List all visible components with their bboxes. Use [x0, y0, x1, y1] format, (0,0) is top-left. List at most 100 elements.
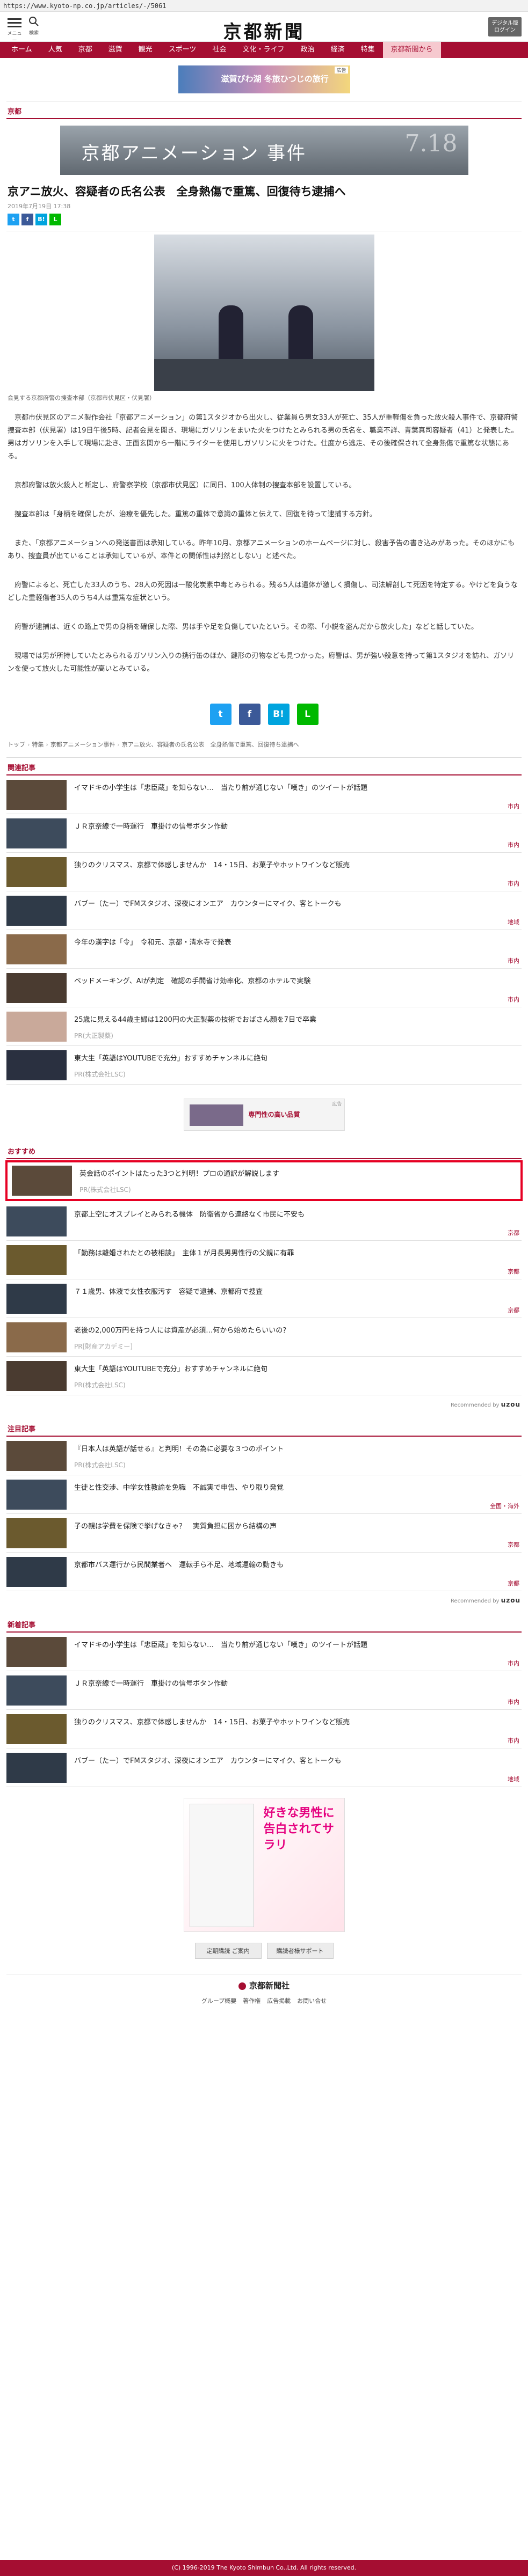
item-category[interactable]: 地域 [508, 918, 519, 926]
item-title: 京都上空にオスプレイとみられる機体 防衛省から連絡なく市民に不安も [74, 1211, 305, 1219]
list-item[interactable]: 『日本人は英語が話せる』と判明！その為に必要な３つのポイント PR(株式会社LSC… [6, 1437, 522, 1475]
footer-logo[interactable]: 京都新聞社 [0, 1974, 528, 1996]
mid-ad-banner[interactable]: 専門性の高い品質 広告 [183, 1099, 345, 1131]
item-category[interactable]: 市内 [508, 802, 519, 810]
item-category[interactable]: 市内 [508, 1697, 519, 1706]
chevron-right-icon: › [27, 741, 30, 748]
footer-link[interactable]: 広告掲載 [264, 1997, 294, 2004]
list-item[interactable]: 子の親は学費を保険で挙げなきゃ？ 実質負担に困から結構の声 京都 [6, 1514, 522, 1553]
item-category[interactable]: 市内 [508, 879, 519, 888]
line-share-icon[interactable]: L [296, 704, 319, 725]
twitter-share-icon[interactable]: t [8, 214, 19, 225]
chumoku-list: 『日本人は英語が話せる』と判明！その為に必要な３つのポイント PR(株式会社LSC… [0, 1437, 528, 1591]
item-sponsor: PR(株式会社LSC) [74, 1461, 126, 1469]
nav-item[interactable]: 観光 [131, 42, 161, 58]
list-item[interactable]: 英会話のポイントはたった3つと判明！プロの通訳が解説します PR(株式会社LSC) [5, 1160, 523, 1201]
nav-item[interactable]: 経済 [322, 42, 352, 58]
item-category[interactable]: 地域 [508, 1775, 519, 1783]
digital-login-button[interactable]: デジタル版 ログイン [488, 17, 522, 36]
breadcrumb-item[interactable]: 特集 [32, 741, 44, 748]
item-title: 今年の漢字は「令」 令和元、京都・清水寺で発表 [74, 939, 232, 947]
list-item[interactable]: バブー（たー）でFMスタジオ、深夜にオンエア カウンターにマイク、客とトークも地… [6, 891, 522, 930]
item-category[interactable]: 市内 [508, 1659, 519, 1667]
list-item[interactable]: 東大生「英語はYOUTUBEで充分」おすすめチャンネルに絶句 PR(株式会社LSC… [6, 1046, 522, 1085]
list-item[interactable]: バブー（たー）でFMスタジオ、深夜にオンエア カウンターにマイク、客とトークも地… [6, 1748, 522, 1787]
list-item[interactable]: 独りのクリスマス、京都で体感しませんか 14・15日、お菓子やホットワインなど販… [6, 853, 522, 891]
nav-item[interactable]: 政治 [292, 42, 322, 58]
nav-item[interactable]: 文化・ライフ [234, 42, 292, 58]
list-item[interactable]: 生徒と性交渉、中学女性教諭を免職 不誠実で申告、やり取り発覚 全国・海外 [6, 1475, 522, 1514]
list-item[interactable]: ＪＲ京奈線で一時運行 車掛けの信号ボタン作動 市内 [6, 814, 522, 853]
share-buttons-bottom: t f B! L [0, 692, 528, 737]
manga-ad-text: 好きな男性に告白されてサラリ [263, 1806, 335, 1852]
item-category[interactable]: 京都 [508, 1228, 519, 1237]
breadcrumb-item[interactable]: 京アニ放火、容疑者の氏名公表 全身熱傷で重篤、回復待ち逮捕へ [122, 741, 299, 748]
list-item[interactable]: 「勤務は離婚されたとの被相談」 主体１が月長男男性行の父親に有罪京都 [6, 1241, 522, 1279]
item-text: 「勤務は離婚されたとの被相談」 主体１が月長男男性行の父親に有罪 [74, 1245, 294, 1275]
list-item[interactable]: 独りのクリスマス、京都で体感しませんか 14・15日、お菓子やホットワインなど販… [6, 1710, 522, 1748]
list-item[interactable]: イマドキの小学生は「忠臣蔵」を知らない… 当たり前が通じない「嘆き」のツイートが… [6, 775, 522, 814]
item-category[interactable]: 全国・海外 [490, 1502, 519, 1510]
facebook-share-icon[interactable]: f [21, 214, 33, 225]
nav-item[interactable]: スポーツ [161, 42, 205, 58]
osusume-list: 英会話のポイントはたった3つと判明！プロの通訳が解説します PR(株式会社LSC)… [0, 1160, 528, 1395]
item-sponsor: PR(株式会社LSC) [79, 1186, 131, 1194]
article-paragraph: 京都府警は放火殺人と断定し、府警察学校（京都市伏見区）に同日、100人体制の捜査… [15, 481, 356, 489]
breadcrumb-item[interactable]: 京都アニメーション事件 [50, 741, 115, 748]
hatena-share-icon[interactable]: B! [35, 214, 47, 225]
nav-item[interactable]: 社会 [204, 42, 234, 58]
hatena-share-icon[interactable]: B! [267, 704, 290, 725]
list-item[interactable]: ベッドメーキング、AIが判定 確認の手間省け効率化、京都のホテルで実験 市内 [6, 969, 522, 1007]
item-category[interactable]: 市内 [508, 840, 519, 849]
article-paragraph: 捜査本部は「身柄を確保したが、治療を優先した。重篤の重体で意識の重体と伝えて、回… [15, 510, 377, 518]
recommended-by[interactable]: Recommended by uzou [0, 1591, 528, 1615]
item-category[interactable]: 京都 [508, 1267, 519, 1276]
kyoto-np-mark-icon [238, 1982, 246, 1990]
url-bar[interactable]: https://www.kyoto-np.co.jp/articles/-/50… [0, 0, 528, 12]
item-category[interactable]: 京都 [508, 1540, 519, 1549]
site-logo[interactable]: 京都新聞 [0, 17, 528, 43]
photo-caption: 会見する京都府警の捜査本部（京都市伏見区・伏見署） [8, 394, 155, 401]
article-photo[interactable] [154, 235, 374, 391]
nav-item[interactable]: 京都新聞から [382, 42, 441, 58]
list-item[interactable]: 老後の2,000万円を持つ人には資産が必須…何から始めたらいいの？ PR[財産アカ… [6, 1318, 522, 1357]
feature-banner[interactable]: 京都アニメーション 事件 7.18 [60, 126, 468, 175]
list-item[interactable]: 京都市バス運行から民間業者へ 運転手ら不足、地域運輸の動きも 京都 [6, 1553, 522, 1591]
list-item[interactable]: 京都上空にオスプレイとみられる機体 防衛省から連絡なく市民に不安も京都 [6, 1202, 522, 1241]
breadcrumb: トップ › 特集 › 京都アニメーション事件 › 京アニ放火、容疑者の氏名公表 全身熱傷で重… [0, 737, 528, 757]
thumbnail [6, 1050, 67, 1080]
item-category[interactable]: 市内 [508, 995, 519, 1004]
chevron-right-icon: › [46, 741, 48, 748]
nav-item[interactable]: 人気 [40, 42, 70, 58]
list-item[interactable]: 今年の漢字は「令」 令和元、京都・清水寺で発表市内 [6, 930, 522, 969]
item-category[interactable]: 市内 [508, 1736, 519, 1745]
section-label[interactable]: 京都 [0, 101, 528, 118]
list-item[interactable]: 東大生「英語はYOUTUBEで充分」おすすめチャンネルに絶句 PR(株式会社LSC… [6, 1357, 522, 1395]
nav-item[interactable]: ホーム [3, 42, 40, 58]
line-share-icon[interactable]: L [49, 214, 61, 225]
list-item[interactable]: ＪＲ京奈線で一時運行 車掛けの信号ボタン作動 市内 [6, 1671, 522, 1710]
breadcrumb-item[interactable]: トップ [8, 741, 25, 748]
item-category[interactable]: 京都 [508, 1579, 519, 1587]
facebook-share-icon[interactable]: f [238, 704, 261, 725]
manga-ad[interactable]: 好きな男性に告白されてサラリ [183, 1798, 345, 1932]
chumoku-label: 注目記事 [8, 1425, 36, 1433]
footer-link[interactable]: 著作権 [240, 1997, 264, 2004]
nav-item[interactable]: 京都 [70, 42, 100, 58]
list-item[interactable]: イマドキの小学生は「忠臣蔵」を知らない… 当たり前が通じない「嘆き」のツイートが… [6, 1633, 522, 1671]
subscribe-info-button[interactable]: 定期購読 ご案内 [194, 1943, 262, 1959]
item-category[interactable]: 京都 [508, 1306, 519, 1314]
top-ad-banner[interactable]: 滋賀びわ湖 冬旅ひつじの旅行 広告 [178, 65, 350, 93]
article-paragraph: 現場では男が所持していたとみられるガソリン入りの携行缶のほか、鍵形の刃物なども見… [8, 652, 515, 673]
recommended-by[interactable]: Recommended by uzou [0, 1395, 528, 1419]
footer-link[interactable]: グループ概要 [198, 1997, 240, 2004]
list-item[interactable]: ７１歳男、体液で女性衣服汚す 容疑で逮捕、京都府で捜査 京都 [6, 1279, 522, 1318]
list-item[interactable]: 25歳に見える44歳主婦は1200円の大正製薬の技術でおばさん顔を7日で卒業 PR… [6, 1007, 522, 1046]
nav-item[interactable]: 滋賀 [100, 42, 131, 58]
item-category[interactable]: 市内 [508, 956, 519, 965]
footer-link[interactable]: お問い合せ [294, 1997, 330, 2004]
nav-item[interactable]: 特集 [353, 42, 383, 58]
twitter-share-icon[interactable]: t [209, 704, 232, 725]
subscriber-support-button[interactable]: 購読者様サポート [266, 1943, 334, 1959]
site-header: メニュー 検索 京都新聞 デジタル版 ログイン [0, 12, 528, 43]
